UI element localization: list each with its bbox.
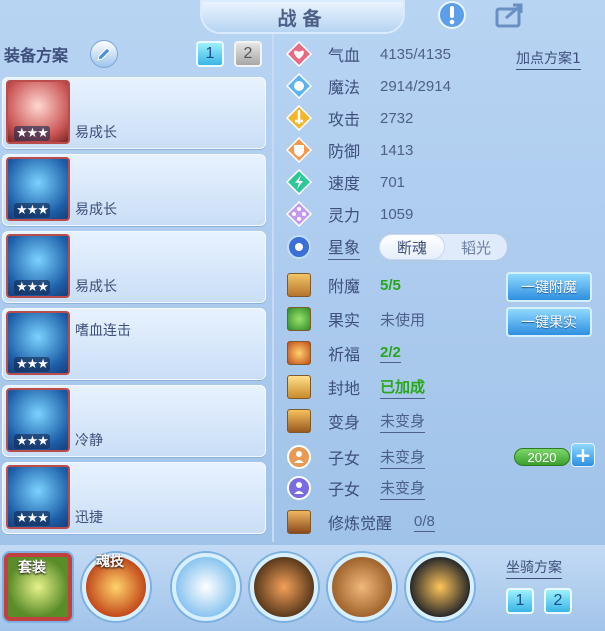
stat-mp: 魔法 2914/2914	[284, 72, 451, 100]
child-icon	[284, 442, 314, 472]
skill-slot-1[interactable]	[172, 553, 240, 621]
sword-icon	[284, 103, 314, 133]
equipment-name: 易成长	[75, 202, 117, 218]
equip-scheme-2-button[interactable]: 2	[234, 41, 262, 67]
info-icon[interactable]	[436, 0, 468, 30]
star-sign-icon	[284, 232, 314, 262]
lightning-icon	[284, 167, 314, 197]
fruit-icon	[284, 304, 314, 334]
star-toggle: 断魂 韬光	[378, 233, 508, 261]
stat-seal: 封地 已加成	[284, 372, 426, 402]
gate-icon	[284, 372, 314, 402]
enchant-icon	[284, 270, 314, 300]
equipment-slot-6[interactable]: ★★★ 迅捷	[2, 462, 266, 534]
stat-hp: 气血 4135/4135	[284, 40, 451, 68]
stat-spirit: 灵力 1059	[284, 200, 413, 228]
stat-fruit: 果实 未使用	[284, 305, 425, 333]
one-click-enchant-button[interactable]: 一键附魔	[506, 272, 592, 302]
stat-transform: 变身 未变身	[284, 406, 426, 436]
necklace-icon: ★★★	[6, 311, 70, 375]
page-title: 战备	[277, 7, 328, 30]
heart-icon	[284, 39, 314, 69]
mount-scheme-1-button[interactable]: 1	[506, 588, 534, 614]
stat-attack: 攻击 2732	[284, 104, 413, 132]
mana-icon	[284, 71, 314, 101]
equipment-slot-3[interactable]: ★★★ 易成长	[2, 231, 266, 303]
stat-enchant: 附魔 5/5	[284, 271, 401, 299]
pencil-icon	[97, 47, 111, 61]
equipment-slot-4[interactable]: ★★★ 嗜血连击	[2, 308, 266, 380]
equipment-name: 迅捷	[75, 510, 103, 526]
child-icon	[284, 473, 314, 503]
stat-bless: 祈福 2/2	[284, 339, 401, 367]
bless-icon	[284, 338, 314, 368]
equipment-slot-5[interactable]: ★★★ 冷静	[2, 385, 266, 457]
stat-cultivate: 修炼觉醒 0/8	[284, 508, 435, 536]
mount-scheme-2-button[interactable]: 2	[544, 588, 572, 614]
equipment-name: 嗜血连击	[75, 323, 131, 339]
point-plan-link[interactable]: 加点方案1	[516, 48, 581, 70]
star-option-duanhun[interactable]: 断魂	[379, 234, 445, 260]
boots-icon: ★★★	[6, 465, 70, 529]
column-divider	[272, 34, 274, 542]
equipment-name: 易成长	[75, 125, 117, 141]
one-click-fruit-button[interactable]: 一键果实	[506, 307, 592, 337]
stat-speed: 速度 701	[284, 168, 405, 196]
edit-scheme-button[interactable]	[90, 40, 118, 68]
star-label[interactable]: 星象	[328, 234, 361, 260]
stat-child-2: 子女 未变身	[284, 473, 426, 503]
stat-star: 星象	[284, 232, 361, 262]
skill-slot-4[interactable]	[406, 553, 474, 621]
share-icon[interactable]	[494, 0, 526, 30]
equipment-slot-1[interactable]: ★★★ 易成长	[2, 77, 266, 149]
equipment-name: 易成长	[75, 279, 117, 295]
star-option-taoguang[interactable]: 韬光	[445, 234, 507, 260]
equipment-slot-2[interactable]: ★★★ 易成长	[2, 154, 266, 226]
skill-slot-3[interactable]	[328, 553, 396, 621]
add-child-level-button[interactable]: +	[571, 443, 595, 467]
set-equipment-button[interactable]: 套装	[4, 553, 72, 621]
child-level-bar: 2020	[514, 448, 570, 466]
meditation-icon	[284, 507, 314, 537]
equip-scheme-1-button[interactable]: 1	[196, 41, 224, 67]
helmet-icon: ★★★	[6, 157, 70, 221]
shield-icon	[284, 135, 314, 165]
title-bar: 战备	[200, 0, 405, 34]
weapon-icon: ★★★	[6, 80, 70, 144]
battle-prep-panel: 战备 装备方案 1 2 ★★★ 易成长 ★★★ 易成长 ★★★ 易成长 ★★★ …	[0, 0, 605, 631]
belt-icon: ★★★	[6, 388, 70, 452]
equip-scheme-label: 装备方案	[4, 46, 69, 65]
stat-child-1: 子女 未变身	[284, 442, 426, 472]
soul-skill-button[interactable]: 魂技	[82, 553, 150, 621]
equipment-name: 冷静	[75, 433, 103, 449]
transform-icon	[284, 406, 314, 436]
stat-defense: 防御 1413	[284, 136, 413, 164]
skill-slot-2[interactable]	[250, 553, 318, 621]
armor-icon: ★★★	[6, 234, 70, 298]
mount-scheme-label: 坐骑方案	[506, 557, 562, 579]
spirit-icon	[284, 199, 314, 229]
